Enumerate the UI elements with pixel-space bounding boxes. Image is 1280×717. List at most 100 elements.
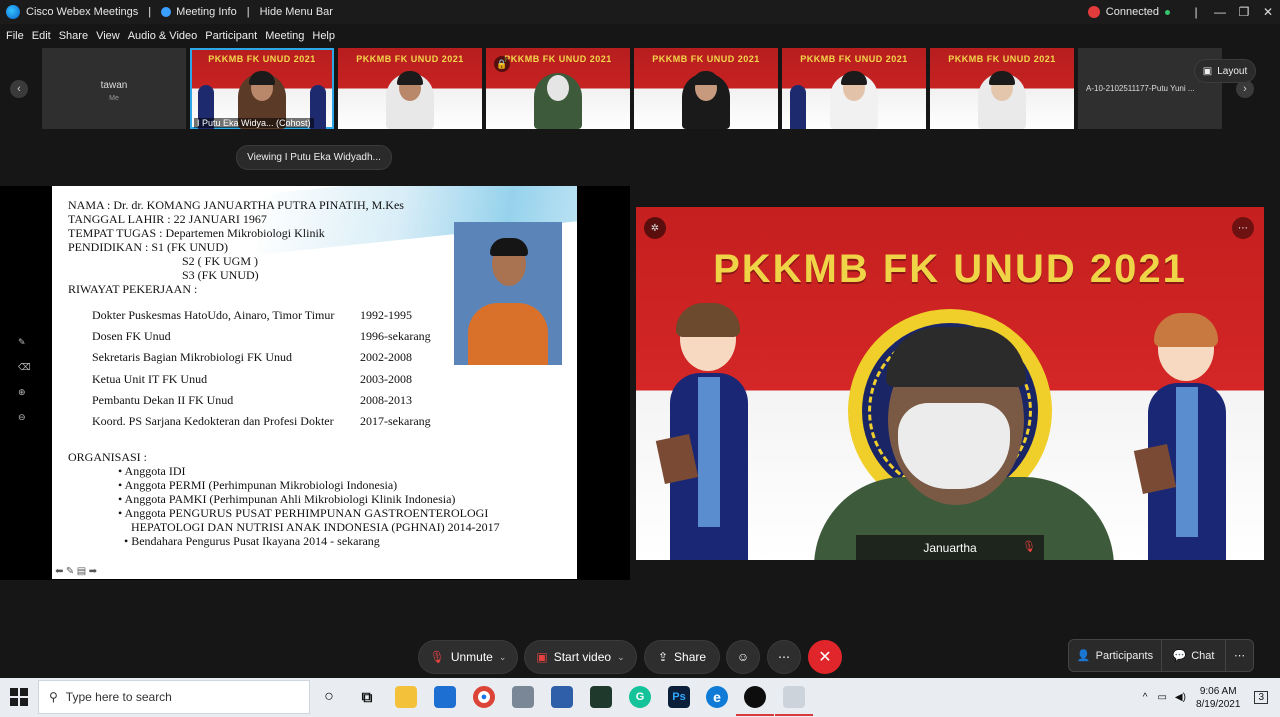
share-icon: ⇪ (657, 650, 669, 664)
chat-button[interactable]: 💬 Chat (1162, 640, 1226, 671)
connection-status[interactable]: Connected (1106, 6, 1159, 18)
speaker-name: Januartha (923, 540, 977, 555)
slide-nav-controls[interactable]: ⬅ ✎ ▤ ➡ (55, 566, 97, 577)
file-explorer-icon[interactable] (395, 686, 417, 708)
menu-participant[interactable]: Participant (205, 30, 257, 42)
clock-time: 9:06 AM (1199, 685, 1237, 697)
separator: | (246, 6, 250, 18)
clock[interactable]: 9:06 AM 8/19/2021 (1196, 685, 1241, 711)
chat-label: Chat (1191, 649, 1215, 662)
participant-face (547, 75, 569, 101)
meeting-info-label: Meeting Info (176, 6, 237, 18)
hide-menu-bar-button[interactable]: Hide Menu Bar (260, 6, 333, 18)
notifications-icon[interactable]: 3 (1254, 691, 1268, 704)
media-app-icon[interactable] (590, 686, 612, 708)
network-icon[interactable]: ▭ (1157, 692, 1166, 703)
more-options-icon[interactable]: ⋯ (1232, 217, 1254, 239)
job-years: 2017-sekarang (360, 414, 431, 428)
meeting-info-button[interactable]: Meeting Info (161, 6, 237, 18)
pin-icon[interactable]: ✲ (644, 217, 666, 239)
speaker-nametag: Januartha 🎙 (856, 535, 1044, 560)
mascot-shirt (1176, 387, 1198, 537)
cohost-video-tile[interactable]: PKKMB FK UNUD 2021 I Putu Eka Widya... (… (190, 48, 334, 129)
volume-icon[interactable]: ◀) (1175, 692, 1186, 703)
task-view-icon[interactable]: ⧉ (356, 686, 378, 708)
speaker-photo (454, 222, 562, 365)
webex-taskbar-icon[interactable] (744, 686, 766, 708)
participant-video-tile[interactable]: PKKMB FK UNUD 2021 (782, 48, 926, 129)
annotate-icon[interactable]: ✎ (18, 337, 32, 348)
menu-edit[interactable]: Edit (32, 30, 51, 42)
restore-button[interactable]: ❐ (1232, 5, 1256, 19)
participant-video-tile[interactable]: PKKMB FK UNUD 2021 (338, 48, 482, 129)
grammarly-icon[interactable]: G (629, 686, 651, 708)
close-icon: ✕ (818, 649, 832, 666)
mic-muted-icon: 🎙 (1022, 541, 1036, 553)
more-actions-button[interactable]: ⋯ (767, 640, 801, 674)
job-title: Ketua Unit IT FK Unud (92, 372, 208, 386)
filmstrip-prev-button[interactable]: ‹ (10, 80, 28, 98)
mail-icon[interactable] (434, 686, 456, 708)
menu-view[interactable]: View (96, 30, 120, 42)
leave-meeting-button[interactable]: ✕ (808, 640, 842, 674)
reactions-button[interactable]: ☺ (726, 640, 760, 674)
snipping-tool-icon[interactable] (783, 686, 805, 708)
chevron-down-icon[interactable]: ⌄ (499, 652, 507, 663)
webex-logo-icon (6, 5, 20, 19)
eraser-icon[interactable]: ⌫ (18, 362, 32, 373)
minimize-button[interactable]: — (1208, 5, 1232, 19)
system-tray: ^ ▭ ◀) 9:06 AM 8/19/2021 3 (1143, 678, 1280, 717)
job-years: 2003-2008 (360, 372, 412, 386)
org-item: • Anggota PAMKI (Perhimpunan Ahli Mikrob… (118, 492, 456, 506)
layout-button[interactable]: ▣ Layout (1194, 59, 1256, 83)
share-button[interactable]: ⇪ Share (644, 640, 720, 674)
zoom-out-icon[interactable]: ⊖ (18, 412, 32, 423)
layout-label: Layout (1217, 65, 1248, 77)
participant-hair (693, 71, 719, 85)
org-item: • Anggota IDI (118, 464, 186, 478)
windows-start-icon[interactable] (10, 688, 28, 706)
unmute-button[interactable]: 🎙 Unmute ⌄ (418, 640, 518, 674)
menu-help[interactable]: Help (312, 30, 335, 42)
menu-file[interactable]: File (6, 30, 24, 42)
menu-audio-video[interactable]: Audio & Video (128, 30, 198, 42)
participant-video-tile[interactable]: PKKMB FK UNUD 2021 🔒 (486, 48, 630, 129)
photoshop-icon[interactable]: Ps (668, 686, 690, 708)
share-label: Share (674, 650, 707, 664)
lock-icon[interactable]: 🔒 (494, 56, 510, 72)
menu-meeting[interactable]: Meeting (265, 30, 304, 42)
close-window-button[interactable]: ✕ (1256, 5, 1280, 19)
participant-filmstrip: ‹ tawan Me PKKMB FK UNUD 2021 I Putu Eka… (0, 46, 1280, 132)
org-item: • Anggota PERMI (Perhimpunan Mikrobiolog… (118, 478, 398, 492)
mascot-hair (676, 303, 740, 337)
job-title: Dokter Puskesmas HatoUdo, Ainaro, Timor … (92, 308, 335, 322)
taskbar-search-input[interactable]: ⚲ Type here to search (38, 680, 310, 714)
app-title: Cisco Webex Meetings (26, 6, 139, 18)
mascot-hair (1154, 313, 1218, 347)
viewing-indicator[interactable]: Viewing I Putu Eka Widyadh... (236, 145, 392, 170)
panel-controls: 👤 Participants 💬 Chat ⋯ (1068, 639, 1254, 672)
edge-icon[interactable]: e (706, 686, 728, 708)
tray-overflow-icon[interactable]: ^ (1143, 692, 1148, 703)
slide-name-line: NAMA : Dr. dr. KOMANG JANUARTHA PUTRA PI… (68, 198, 404, 212)
cortana-icon[interactable]: ○ (318, 686, 340, 708)
app-icon[interactable] (512, 686, 534, 708)
video-off-icon: ▣ (536, 650, 548, 664)
presentation-slide: NAMA : Dr. dr. KOMANG JANUARTHA PUTRA PI… (52, 186, 577, 579)
zoom-in-icon[interactable]: ⊕ (18, 387, 32, 398)
panel-more-button[interactable]: ⋯ (1226, 640, 1253, 671)
participant-hair (397, 71, 423, 85)
separator: | (1194, 5, 1198, 19)
self-video-tile[interactable]: tawan Me (42, 48, 186, 129)
chrome-icon[interactable]: ● (473, 686, 495, 708)
active-speaker-video[interactable]: PKKMB FK UNUD 2021 ✲ ⋯ Januartha 🎙 (636, 207, 1264, 560)
participant-video-tile[interactable]: PKKMB FK UNUD 2021 (634, 48, 778, 129)
chevron-down-icon[interactable]: ⌄ (617, 652, 625, 663)
participant-video-tile[interactable]: PKKMB FK UNUD 2021 (930, 48, 1074, 129)
participants-icon: 👤 (1076, 650, 1091, 662)
participants-button[interactable]: 👤 Participants (1069, 640, 1162, 671)
remote-desktop-icon[interactable] (551, 686, 573, 708)
job-years: 2008-2013 (360, 393, 412, 407)
menu-share[interactable]: Share (59, 30, 88, 42)
start-video-button[interactable]: ▣ Start video ⌄ (524, 640, 637, 674)
